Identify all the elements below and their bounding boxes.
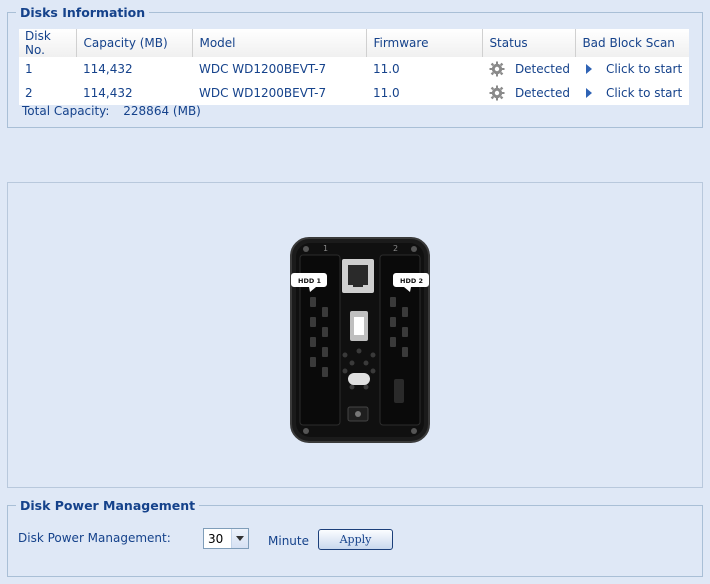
table-header-row: Disk No. Capacity (MB) Model Firmware St… xyxy=(19,29,689,57)
table-row: 1 114,432 WDC WD1200BEVT-7 11.0 Detected… xyxy=(19,57,689,81)
disk-power-management-legend: Disk Power Management xyxy=(16,498,200,513)
column-header-firmware[interactable]: Firmware xyxy=(366,29,484,57)
column-header-model[interactable]: Model xyxy=(192,29,368,57)
gear-icon xyxy=(489,85,505,101)
column-header-capacity[interactable]: Capacity (MB) xyxy=(76,29,194,57)
status-text: Detected xyxy=(514,86,570,100)
chevron-down-icon[interactable] xyxy=(231,529,248,548)
model-cell: WDC WD1200BEVT-7 xyxy=(198,86,327,100)
status-text: Detected xyxy=(514,62,570,76)
click-to-start-link[interactable]: Click to start xyxy=(606,62,682,76)
apply-button[interactable]: Apply xyxy=(318,529,393,550)
nas-device-illustration: 1 2 HDD 1 HDD 2 xyxy=(290,237,430,443)
slot-number-1: 1 xyxy=(323,244,328,253)
disk-no-cell: 1 xyxy=(25,62,33,76)
disks-table: Disk No. Capacity (MB) Model Firmware St… xyxy=(19,29,689,105)
nas-device-image: 1 2 HDD 1 HDD 2 xyxy=(290,237,430,443)
device-image-panel: 1 2 HDD 1 HDD 2 xyxy=(7,182,703,488)
column-header-bad-block-scan[interactable]: Bad Block Scan xyxy=(575,29,689,57)
hdd1-label: HDD 1 xyxy=(298,277,321,285)
capacity-cell: 114,432 xyxy=(82,86,133,100)
status-cell: Detected xyxy=(483,81,576,105)
power-timeout-value: 30 xyxy=(208,532,224,546)
gear-icon xyxy=(489,61,505,77)
play-arrow-icon[interactable] xyxy=(585,64,592,74)
column-header-disk-no[interactable]: Disk No. xyxy=(19,29,78,57)
disks-information-section: Disks Information Disk No. Capacity (MB)… xyxy=(7,5,703,128)
power-timeout-select[interactable]: 30 xyxy=(203,528,249,549)
table-row: 2 114,432 WDC WD1200BEVT-7 11.0 Detected… xyxy=(19,81,689,105)
total-capacity-label: Total Capacity: xyxy=(22,104,110,118)
disk-power-management-label: Disk Power Management: xyxy=(18,531,171,545)
disks-information-legend: Disks Information xyxy=(16,5,150,20)
hdd2-label: HDD 2 xyxy=(400,277,423,285)
firmware-cell: 11.0 xyxy=(372,86,400,100)
disk-no-cell: 2 xyxy=(25,86,33,100)
slot-number-2: 2 xyxy=(393,244,398,253)
minute-unit-label: Minute xyxy=(268,534,309,548)
play-arrow-icon[interactable] xyxy=(585,88,592,98)
capacity-cell: 114,432 xyxy=(82,62,133,76)
model-cell: WDC WD1200BEVT-7 xyxy=(198,62,327,76)
firmware-cell: 11.0 xyxy=(372,62,400,76)
total-capacity: Total Capacity: 228864 (MB) xyxy=(22,104,201,118)
total-capacity-value: 228864 (MB) xyxy=(123,104,201,118)
disk-power-management-section: Disk Power Management Disk Power Managem… xyxy=(7,498,703,577)
click-to-start-link[interactable]: Click to start xyxy=(606,86,682,100)
status-cell: Detected xyxy=(483,57,576,81)
column-header-status[interactable]: Status xyxy=(482,29,577,57)
bad-block-scan-cell: Click to start xyxy=(576,81,689,105)
bad-block-scan-cell: Click to start xyxy=(576,57,689,81)
